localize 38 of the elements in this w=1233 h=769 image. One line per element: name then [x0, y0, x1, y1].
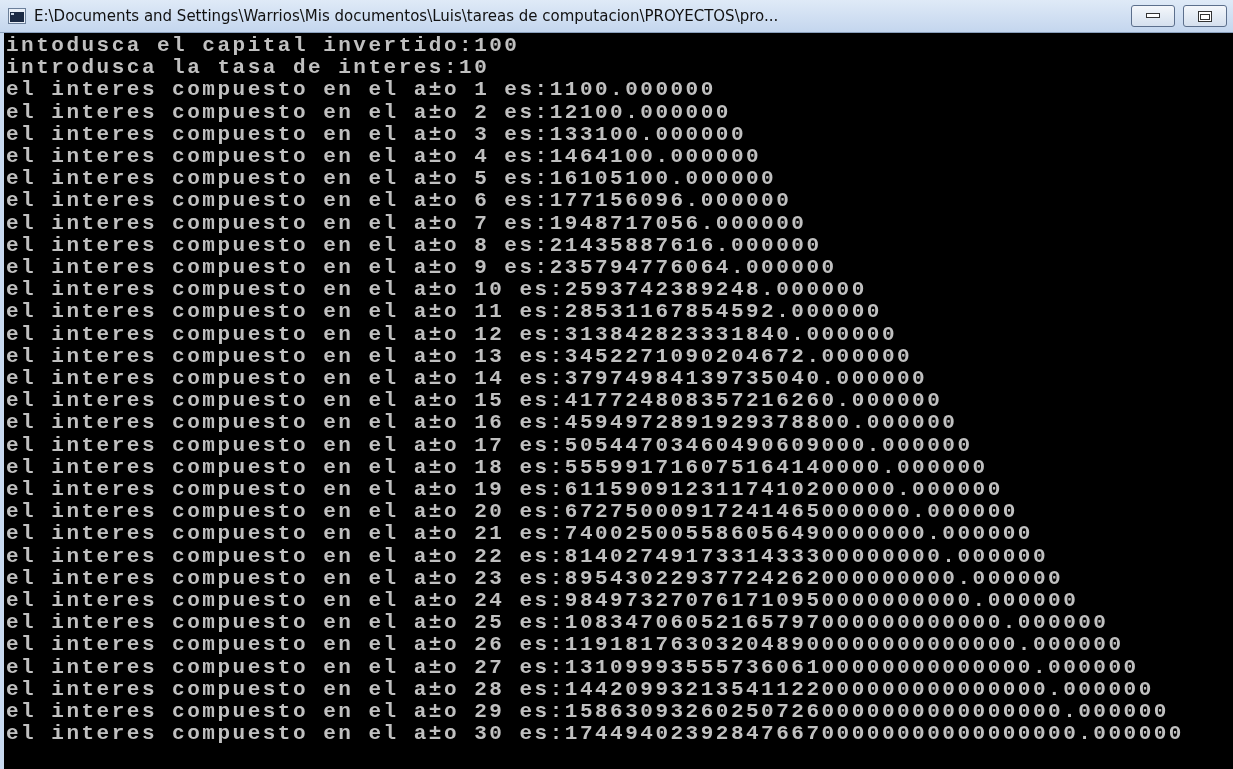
console-line: introdusca la tasa de interes:10 [6, 57, 491, 80]
console-line: el interes compuesto en el a±o 1 es:1100.000000 [6, 79, 717, 102]
console-line: el interes compuesto en el a±o 28 es:14420993213541122000000000000000.000000 [6, 678, 1155, 702]
console-line: el interes compuesto en el a±o 5 es:16105100.000000 [6, 168, 778, 191]
console-line: el interes compuesto en el a±o 16 es:4594972891929378800.000000 [6, 412, 959, 435]
minimize-button[interactable] [1131, 5, 1175, 27]
window-title: E:\Documents and Settings\Warrios\Mis documentos\Luis\tareas de computacion\PROYECTOS\pro... [34, 7, 780, 25]
console-line: el interes compuesto en el a±o 15 es:417724808357216260.000000 [6, 390, 944, 413]
console-line: el interes compuesto en el a±o 19 es:6115909123117410200000.000000 [6, 479, 1004, 502]
console-line: el interes compuesto en el a±o 11 es:28531167854592.000000 [6, 301, 883, 324]
console-line: el interes compuesto en el a±o 23 es:89543022937724262000000000.000000 [6, 567, 1065, 591]
console-line: el interes compuesto en el a±o 22 es:8140274917331433300000000.000000 [6, 545, 1050, 568]
console-line: el interes compuesto en el a±o 29 es:158630932602507260000000000000000.000000 [6, 701, 1170, 724]
minimize-icon [1146, 13, 1160, 19]
console-line: el interes compuesto en el a±o 10 es:2593742389248.000000 [6, 279, 868, 302]
console-app-icon [8, 8, 26, 24]
console-line: el interes compuesto en el a±o 13 es:3452271090204672.000000 [6, 345, 914, 369]
console-line: el interes compuesto en el a±o 20 es:67275000917241465000000.000000 [6, 501, 1019, 524]
console-line: el interes compuesto en el a±o 30 es:1744940239284766700000000000000000.000000 [6, 723, 1185, 746]
console-line: el interes compuesto en el a±o 26 es:119181763032048900000000000000.000000 [6, 634, 1125, 657]
console-line: el interes compuesto en el a±o 2 es:12100.000000 [6, 101, 732, 124]
console-line: el interes compuesto en el a±o 9 es:235794776064.000000 [6, 257, 838, 280]
maximize-icon [1198, 10, 1212, 22]
console-line: el interes compuesto en el a±o 18 es:555991716075164140000.000000 [6, 456, 989, 480]
console-line: el interes compuesto en el a±o 21 es:740025005586056490000000.000000 [6, 523, 1034, 546]
console-line: el interes compuesto en el a±o 7 es:1948717056.000000 [6, 212, 808, 235]
console-line: intodusca el capital invertido:100 [6, 35, 521, 58]
console-line: el interes compuesto en el a±o 3 es:133100.000000 [6, 123, 747, 146]
console-line: el interes compuesto en el a±o 25 es:10834706052165797000000000000.000000 [6, 612, 1110, 635]
console-line: el interes compuesto en el a±o 24 es:984973270761710950000000000.000000 [6, 590, 1080, 613]
console-line: el interes compuesto en el a±o 6 es:177156096.000000 [6, 190, 793, 213]
console-line: el interes compuesto en el a±o 27 es:1310999355573606100000000000000.000000 [6, 656, 1140, 679]
console-line: el interes compuesto en el a±o 8 es:21435887616.000000 [6, 234, 823, 258]
console-line: el interes compuesto en el a±o 4 es:1464100.000000 [6, 146, 763, 169]
maximize-button[interactable] [1183, 5, 1227, 27]
console-line: el interes compuesto en el a±o 14 es:37974984139735040.000000 [6, 368, 929, 391]
console-line: el interes compuesto en el a±o 12 es:313842823331840.000000 [6, 323, 899, 346]
console-line: el interes compuesto en el a±o 17 es:50544703460490609000.000000 [6, 434, 974, 457]
